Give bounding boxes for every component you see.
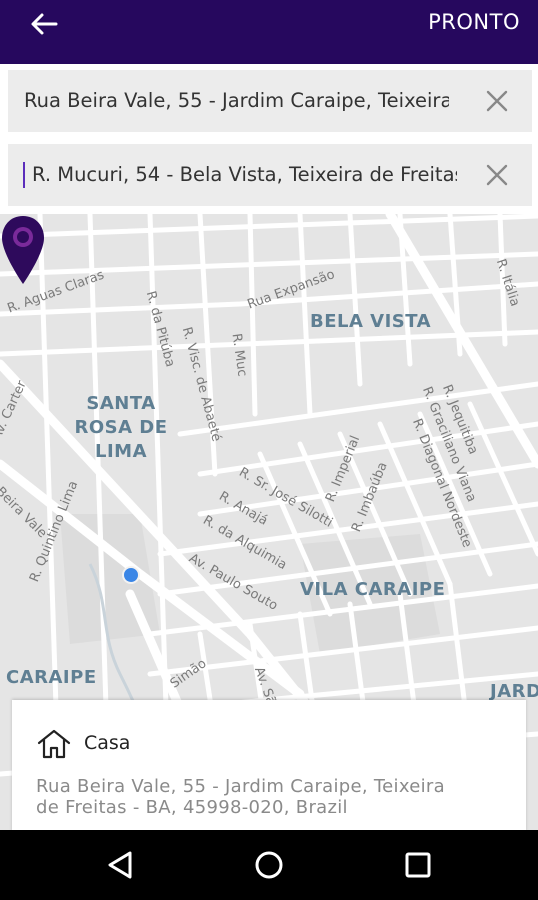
address-line-2: de Freitas - BA, 45998-020, Brazil — [36, 797, 348, 818]
clear-destination-button[interactable] — [484, 162, 510, 188]
saved-place-title: Casa — [84, 732, 131, 754]
area-label: SANTA ROSA DE LIMA — [56, 392, 186, 464]
nav-recents-icon[interactable] — [398, 845, 438, 885]
area-label: VILA CARAIPE — [300, 579, 446, 600]
area-label: BELA VISTA — [310, 311, 432, 332]
text-cursor — [23, 162, 25, 188]
back-button[interactable] — [22, 8, 66, 40]
address-line-1: Rua Beira Vale, 55 - Jardim Caraipe, Tei… — [36, 776, 445, 797]
destination-pin-icon[interactable] — [0, 214, 46, 286]
area-label: CARAIPE — [6, 667, 97, 688]
system-navigation-bar — [0, 830, 538, 900]
destination-input[interactable]: R. Mucuri, 54 - Bela Vista, Teixeira de … — [32, 144, 457, 206]
area-label-text: SANTA ROSA DE LIMA — [74, 393, 168, 462]
arrow-left-icon — [31, 13, 58, 35]
current-location-icon — [122, 566, 140, 584]
saved-place-address: Rua Beira Vale, 55 - Jardim Caraipe, Tei… — [36, 776, 506, 818]
clear-origin-button[interactable] — [484, 88, 510, 114]
route-search-panel: Rua Beira Vale, 55 - Jardim Caraipe, Tei… — [0, 64, 538, 214]
nav-home-icon[interactable] — [249, 845, 289, 885]
destination-field[interactable]: R. Mucuri, 54 - Bela Vista, Teixeira de … — [8, 144, 532, 206]
saved-place-card[interactable]: Casa Rua Beira Vale, 55 - Jardim Caraipe… — [12, 700, 526, 832]
app-header: PRONTO — [0, 0, 538, 64]
done-button[interactable]: PRONTO — [428, 10, 520, 34]
origin-input[interactable]: Rua Beira Vale, 55 - Jardim Caraipe, Tei… — [24, 70, 449, 132]
origin-field[interactable]: Rua Beira Vale, 55 - Jardim Caraipe, Tei… — [8, 70, 532, 132]
home-icon — [37, 729, 71, 759]
nav-back-icon[interactable] — [100, 845, 140, 885]
